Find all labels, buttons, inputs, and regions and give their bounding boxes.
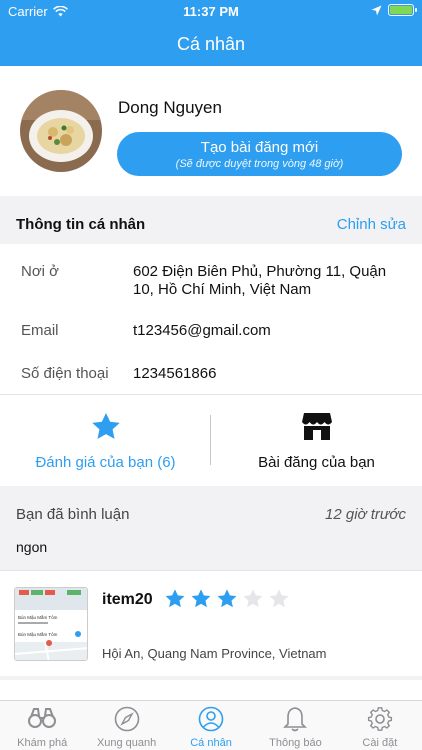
tabbar-explore[interactable]: Khám phá [0, 701, 84, 750]
new-post-label: Tạo bài đăng mới [200, 139, 319, 156]
address-label: Nơi ở [21, 263, 60, 280]
tabbar-explore-label: Khám phá [17, 737, 68, 749]
tabbar-profile-label: Cá nhân [190, 737, 232, 749]
tab-posts-label: Bài đăng của bạn [258, 454, 375, 471]
svg-text:Bún Mậu Mắm Tôm: Bún Mậu Mắm Tôm [18, 631, 58, 637]
tabbar-nearby[interactable]: Xung quanh [84, 701, 168, 750]
compass-icon [114, 706, 139, 732]
tabbar-notifications[interactable]: Thông báo [253, 701, 337, 750]
tab-posts[interactable]: Bài đăng của bạn [211, 395, 422, 487]
binoculars-icon [28, 708, 57, 728]
tab-reviews-label: Đánh giá của bạn (6) [35, 454, 176, 471]
tabbar-settings-label: Cài đặt [362, 737, 398, 749]
user-icon [198, 706, 224, 732]
phone-label: Số điện thoại [21, 365, 109, 382]
next-card-peek [0, 680, 422, 700]
star-icon [91, 413, 120, 439]
profile-section: Dong Nguyen Tạo bài đăng mới (Sẽ được du… [0, 66, 422, 196]
tabbar-settings[interactable]: Cài đặt [338, 701, 422, 750]
email-label: Email [21, 322, 59, 339]
comment-text: ngon [16, 539, 48, 555]
page-title: Cá nhân [176, 34, 246, 54]
star-filled-icon [217, 589, 237, 608]
rating-stars [164, 588, 290, 610]
edit-profile-link[interactable]: Chỉnh sửa [337, 216, 406, 233]
nav-bar: Cá nhân [0, 22, 422, 66]
profile-name: Dong Nguyen [118, 98, 222, 117]
tab-reviews[interactable]: Đánh giá của bạn (6) [0, 395, 211, 487]
personal-info-title: Thông tin cá nhân [16, 216, 146, 233]
tabbar-notifications-label: Thông báo [269, 737, 322, 749]
store-icon [301, 413, 332, 440]
bell-icon [283, 707, 308, 732]
avatar[interactable] [20, 90, 102, 172]
phone-value: 1234561866 [133, 365, 217, 382]
personal-info: Nơi ở 602 Điện Biên Phủ, Phường 11, Quận… [0, 244, 422, 394]
svg-text:Bún Mậu Mắm Tôm: Bún Mậu Mắm Tôm [18, 614, 58, 620]
star-empty-icon [269, 589, 289, 608]
item-location: Hội An, Quang Nam Province, Vietnam [102, 646, 327, 661]
tabbar-nearby-label: Xung quanh [96, 737, 157, 749]
new-post-sublabel: (Sẽ được duyệt trong vòng 48 giờ) [175, 158, 344, 170]
gear-icon [367, 707, 392, 731]
comment-time: 12 giờ trước [325, 506, 406, 523]
item-name: item20 [102, 591, 153, 608]
item-card[interactable]: Bún Mậu Mắm Tôm Bún Mậu Mắm Tôm item20 H… [0, 570, 422, 676]
email-value: t123456@gmail.com [133, 322, 271, 339]
clock: 11:37 PM [183, 4, 239, 19]
item-thumbnail: Bún Mậu Mắm Tôm Bún Mậu Mắm Tôm [14, 587, 88, 661]
star-empty-icon [243, 589, 263, 608]
status-bar: Carrier 11:37 PM [0, 0, 422, 22]
activity-tabs: Đánh giá của bạn (6) Bài đăng của bạn [0, 394, 422, 486]
new-post-button[interactable]: Tạo bài đăng mới (Sẽ được duyệt trong vò… [117, 132, 402, 176]
comment-activity: Bạn đã bình luận 12 giờ trước ngon [0, 494, 422, 566]
location-arrow-icon [371, 5, 382, 15]
bottom-tab-bar: Khám phá Xung quanh Cá nhân Thông báo Cà… [0, 700, 422, 750]
address-value: 602 Điện Biên Phủ, Phường 11, Quận 10, H… [133, 263, 387, 298]
star-filled-icon [191, 589, 211, 608]
battery-icon [388, 4, 417, 16]
personal-info-header: Thông tin cá nhân Chỉnh sửa [0, 204, 422, 244]
comment-author: Bạn đã bình luận [16, 506, 130, 523]
star-filled-icon [165, 589, 185, 608]
tabbar-profile[interactable]: Cá nhân [169, 701, 253, 750]
